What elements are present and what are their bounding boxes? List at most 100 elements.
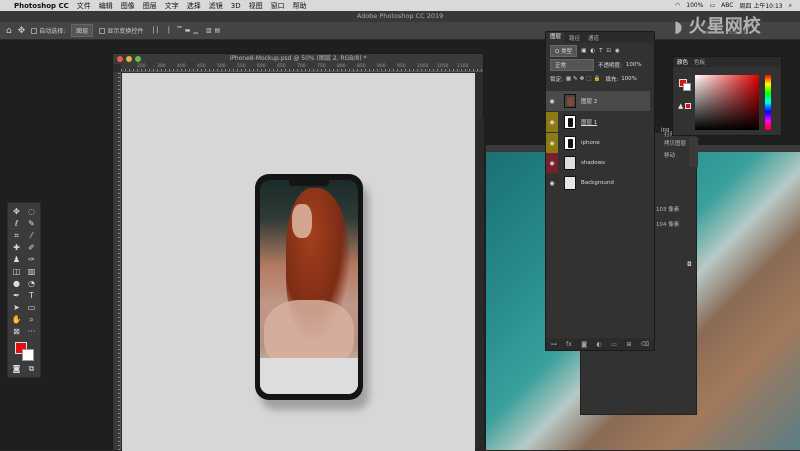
layer-name[interactable]: 图层 2 <box>581 97 597 105</box>
layer-filter-dropdown[interactable]: Q 类型 <box>550 45 578 57</box>
document-titlebar[interactable]: iPhone8-Mockup.psd @ 50% (图层 2, RGB/8) * <box>113 54 483 64</box>
screen-mode-icon[interactable]: ⧉ <box>26 363 37 374</box>
lock-icons[interactable]: ▦✎✥⬚🔒 <box>566 76 602 82</box>
web-safe-swatch[interactable] <box>685 103 691 109</box>
quick-mask-icon[interactable]: ◙ <box>11 363 22 374</box>
menu-select[interactable]: 选择 <box>187 1 201 11</box>
search-icon[interactable]: ⌕ <box>789 2 792 10</box>
visibility-eye-icon[interactable]: ◉ <box>546 91 558 111</box>
layer-name[interactable]: iphone <box>581 140 600 146</box>
path-select-icon[interactable]: ➤ <box>11 302 22 313</box>
iphone-mockup[interactable] <box>255 174 363 400</box>
history-bottom-icons[interactable]: ◘⎘⌫ <box>687 261 723 269</box>
type-tool-icon[interactable]: T <box>26 290 37 301</box>
canvas[interactable] <box>122 73 475 451</box>
wifi-icon[interactable]: ◠ <box>675 2 680 9</box>
vertical-ruler[interactable] <box>113 72 121 450</box>
align-icons[interactable]: ▕▏▕ ▔▬▁ ▥▤ <box>149 27 223 34</box>
pen-tool-icon[interactable]: ✒ <box>11 290 22 301</box>
battery-icon[interactable]: ▭ <box>709 2 715 9</box>
marquee-tool-icon[interactable]: ◌ <box>26 206 37 217</box>
history-copy-layer[interactable]: 拷贝图层 <box>664 139 686 147</box>
blur-tool-icon[interactable]: ● <box>11 278 22 289</box>
menu-layer[interactable]: 图层 <box>143 1 157 11</box>
history-move[interactable]: 移动 <box>664 151 675 159</box>
brush-tool-icon[interactable]: ✐ <box>26 242 37 253</box>
menu-filter[interactable]: 滤镜 <box>209 1 223 11</box>
menu-window[interactable]: 窗口 <box>271 1 285 11</box>
menu-app-name[interactable]: Photoshop CC <box>14 2 69 10</box>
menu-type[interactable]: 文字 <box>165 1 179 11</box>
eraser-tool-icon[interactable]: ◫ <box>11 266 22 277</box>
layer-row-layer1[interactable]: ◉ 图层 1 <box>546 112 650 132</box>
auto-select-dropdown[interactable]: 图层 <box>71 24 94 37</box>
lasso-tool-icon[interactable]: ℓ <box>11 218 22 229</box>
input-method[interactable]: ABC <box>721 2 733 9</box>
adjustment-icon[interactable]: ◐ <box>597 341 602 348</box>
hand-tool-icon[interactable]: ✋ <box>11 314 22 325</box>
tab-layers[interactable]: 图层 <box>546 32 566 43</box>
show-transform-checkbox[interactable] <box>99 27 106 34</box>
shape-tool-icon[interactable]: ▭ <box>26 302 37 313</box>
hue-slider[interactable] <box>765 75 771 130</box>
saturation-brightness-picker[interactable] <box>695 75 759 130</box>
history-brush-icon[interactable]: ✑ <box>26 254 37 265</box>
menu-edit[interactable]: 编辑 <box>99 1 113 11</box>
background-color-swatch[interactable] <box>22 349 34 361</box>
visibility-eye-icon[interactable]: ◉ <box>546 153 558 173</box>
move-tool-icon[interactable]: ✥ <box>18 26 26 36</box>
layer-row-iphone[interactable]: ◉ iphone <box>546 133 650 153</box>
link-icon[interactable]: ⊶ <box>551 341 557 348</box>
menu-3d[interactable]: 3D <box>231 2 241 10</box>
opacity-value[interactable]: 100% <box>626 62 642 68</box>
document-scrollbar[interactable] <box>476 117 484 450</box>
trash-icon[interactable]: ⌫ <box>641 341 649 348</box>
fill-value[interactable]: 100% <box>621 76 637 82</box>
folder-icon[interactable]: ▭ <box>611 341 617 348</box>
auto-select-checkbox[interactable] <box>31 27 38 34</box>
new-layer-icon[interactable]: ⊞ <box>626 341 631 348</box>
menu-image[interactable]: 图像 <box>121 1 135 11</box>
fx-icon[interactable]: fx <box>566 341 572 348</box>
zoom-button[interactable] <box>135 56 141 62</box>
layer-name[interactable]: Background <box>581 180 614 186</box>
phone-screen-image[interactable] <box>260 180 358 394</box>
layer-row-shadows[interactable]: ◉ shadows <box>546 153 650 173</box>
filter-icons[interactable]: ▣◐T⊡◉ <box>581 48 624 54</box>
visibility-eye-icon[interactable]: ◉ <box>546 112 558 132</box>
mask-icon[interactable]: ◙ <box>581 341 587 348</box>
clock[interactable]: 周四 上午10:13 <box>739 1 782 10</box>
close-button[interactable] <box>117 56 123 62</box>
quick-select-icon[interactable]: ✎ <box>26 218 37 229</box>
gradient-tool-icon[interactable]: ▥ <box>26 266 37 277</box>
gamut-warning-icon[interactable]: ▲ <box>678 102 683 110</box>
layer-name[interactable]: shadows <box>581 160 605 166</box>
tab-paths[interactable]: 路径 <box>565 34 584 42</box>
zoom-tool-icon[interactable]: ⌕ <box>26 314 37 325</box>
stamp-tool-icon[interactable]: ♟ <box>11 254 22 265</box>
eyedropper-icon[interactable]: ⁄ <box>26 230 37 241</box>
menu-help[interactable]: 帮助 <box>293 1 307 11</box>
crop-tool-icon[interactable]: ⌗ <box>11 230 22 241</box>
menu-file[interactable]: 文件 <box>77 1 91 11</box>
edit-toolbar-icon[interactable]: ⊠ <box>11 326 22 337</box>
tab-swatches[interactable]: 色板 <box>694 58 705 66</box>
horizontal-ruler[interactable]: 250 300 400 450 500 550 600 650 700 750 … <box>121 64 483 72</box>
layer-row-layer2[interactable]: ◉ 图层 2 <box>546 91 650 111</box>
home-icon[interactable]: ⌂ <box>6 26 12 36</box>
move-tool-icon[interactable]: ✥ <box>11 206 22 217</box>
visibility-eye-icon[interactable]: ◉ <box>546 173 558 193</box>
layer-name[interactable]: 图层 1 <box>581 118 597 126</box>
tab-channels[interactable]: 通道 <box>584 34 603 42</box>
healing-brush-icon[interactable]: ✚ <box>11 242 22 253</box>
more-tools-icon[interactable]: ··· <box>26 326 37 337</box>
visibility-eye-icon[interactable]: ◉ <box>546 133 558 153</box>
layer-thumbnail <box>564 94 576 108</box>
blend-mode-dropdown[interactable]: 正常 <box>550 59 594 71</box>
color-background-swatch[interactable] <box>683 83 691 91</box>
menu-view[interactable]: 视图 <box>249 1 263 11</box>
layer-row-background[interactable]: ◉ Background <box>546 173 650 193</box>
tab-color[interactable]: 颜色 <box>677 58 688 66</box>
dodge-tool-icon[interactable]: ◔ <box>26 278 37 289</box>
minimize-button[interactable] <box>126 56 132 62</box>
